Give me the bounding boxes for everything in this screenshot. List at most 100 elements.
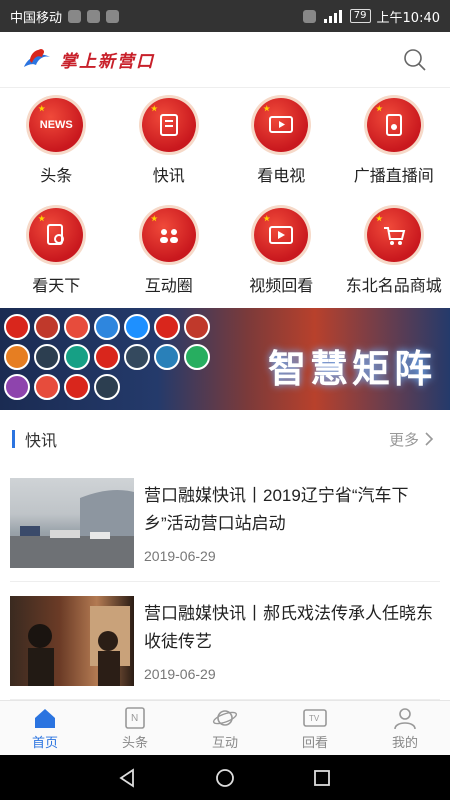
more-label: 更多 xyxy=(388,431,419,449)
battery-indicator: 79 xyxy=(349,9,371,23)
grid-item-label: 广播直播间 xyxy=(353,168,434,185)
svg-text:N: N xyxy=(131,713,138,724)
tab-label: 回看 xyxy=(301,734,328,750)
agency-badges xyxy=(4,314,214,400)
search-button[interactable] xyxy=(400,45,430,75)
agency-badge-icon xyxy=(34,314,60,340)
signal-icon xyxy=(323,9,342,23)
logo-mark-icon xyxy=(24,48,50,67)
radio-icon xyxy=(366,98,421,152)
grid-item-world[interactable]: 看天下 xyxy=(0,198,113,308)
grid-item-watch-tv[interactable]: 看电视 xyxy=(225,88,338,198)
feature-grid: NEWS 头条 快讯 看电视 广播直播间 看天下 互动圈 视频回看 东北名品商城 xyxy=(0,88,450,308)
tab-label: 头条 xyxy=(121,734,148,750)
agency-badge-icon xyxy=(124,314,150,340)
app-notification-icon xyxy=(106,9,120,23)
banner-title: 智慧矩阵 xyxy=(267,347,436,391)
grid-item-label: 头条 xyxy=(40,168,73,185)
grid-item-radio-live[interactable]: 广播直播间 xyxy=(338,88,450,198)
chevron-right-icon xyxy=(425,432,434,446)
more-link[interactable]: 更多 xyxy=(389,429,434,450)
status-bar: 中国移动 79 上午10:40 xyxy=(0,0,450,32)
agency-badge-icon xyxy=(154,344,180,370)
home-icon xyxy=(35,708,55,728)
tab-label: 我的 xyxy=(391,734,418,750)
grid-item-label: 快讯 xyxy=(152,168,185,185)
agency-badge-icon xyxy=(34,374,60,400)
agency-badge-icon xyxy=(64,344,90,370)
tv-icon xyxy=(254,98,309,152)
shopping-cart-icon xyxy=(366,208,421,262)
planet-icon xyxy=(212,709,238,726)
grid-item-video-replay[interactable]: 视频回看 xyxy=(225,198,338,308)
tab-home[interactable]: 首页 xyxy=(0,701,90,755)
app-name: 掌上新营口 xyxy=(60,52,155,72)
home-circle-icon[interactable] xyxy=(214,767,236,789)
news-thumbnail xyxy=(10,477,134,568)
back-icon[interactable] xyxy=(117,767,139,789)
agency-badge-icon xyxy=(124,344,150,370)
agency-badge-icon xyxy=(184,344,210,370)
agency-badge-icon xyxy=(94,374,120,400)
news-item[interactable]: 营口融媒快讯丨2019辽宁省“汽车下乡”活动营口站启动 2019-06-29 xyxy=(0,464,450,582)
svg-text:TV: TV xyxy=(309,714,320,723)
stadium-image xyxy=(10,489,134,568)
notification-icon xyxy=(68,9,82,23)
news-title: 营口融媒快讯丨郝氏戏法传承人任晓东收徒传艺 xyxy=(144,603,433,651)
agency-badge-icon xyxy=(34,344,60,370)
hd-icon xyxy=(302,9,316,23)
world-news-icon xyxy=(29,208,84,262)
grid-item-flash-news[interactable]: 快讯 xyxy=(113,88,226,198)
tab-label: 首页 xyxy=(31,734,58,750)
community-icon xyxy=(141,208,196,262)
news-icon: N xyxy=(125,706,145,729)
agency-badge-icon xyxy=(4,374,30,400)
news-title: 营口融媒快讯丨2019辽宁省“汽车下乡”活动营口站启动 xyxy=(144,485,409,533)
tab-headlines[interactable]: N 头条 xyxy=(90,701,180,755)
tab-replay[interactable]: TV 回看 xyxy=(270,701,360,755)
video-replay-icon xyxy=(254,208,309,262)
bottom-tab-bar: 首页 N 头条 互动 TV 回看 我的 xyxy=(0,700,450,755)
grid-item-label: 看电视 xyxy=(257,168,306,185)
tv-icon: TV xyxy=(303,708,327,727)
recents-icon[interactable] xyxy=(311,767,333,789)
grid-item-label: 看天下 xyxy=(32,278,81,295)
agency-badge-icon xyxy=(4,344,30,370)
agency-badge-icon xyxy=(64,374,90,400)
grid-item-headlines[interactable]: NEWS 头条 xyxy=(0,88,113,198)
news-item[interactable]: 营口融媒快讯丨郝氏戏法传承人任晓东收徒传艺 2019-06-29 xyxy=(0,582,450,700)
news-icon: NEWS xyxy=(29,98,84,152)
document-icon xyxy=(141,98,196,152)
agency-badge-icon xyxy=(184,314,210,340)
smart-matrix-banner[interactable]: 智慧矩阵 xyxy=(0,308,450,410)
app-header: 掌上新营口 xyxy=(0,32,450,88)
search-icon xyxy=(404,48,426,71)
section-accent-bar xyxy=(12,430,15,448)
agency-badge-icon xyxy=(94,314,120,340)
section-title: 快讯 xyxy=(12,427,57,451)
section-title-label: 快讯 xyxy=(25,433,58,450)
grid-item-label: 东北名品商城 xyxy=(345,278,442,295)
tab-interaction[interactable]: 互动 xyxy=(180,701,270,755)
performance-image xyxy=(28,605,130,686)
tab-label: 互动 xyxy=(211,734,238,750)
agency-badge-icon xyxy=(64,314,90,340)
system-nav-bar xyxy=(0,755,450,800)
user-icon xyxy=(394,707,416,729)
agency-badge-icon xyxy=(4,314,30,340)
tab-profile[interactable]: 我的 xyxy=(360,701,450,755)
news-thumbnail xyxy=(10,595,134,686)
grid-item-interaction-circle[interactable]: 互动圈 xyxy=(113,198,226,308)
health-icon xyxy=(87,9,101,23)
news-date: 2019-06-29 xyxy=(144,547,216,564)
agency-badge-icon xyxy=(94,344,120,370)
grid-item-label: 互动圈 xyxy=(144,278,193,295)
clock: 上午10:40 xyxy=(376,10,440,26)
agency-badge-icon xyxy=(154,314,180,340)
flash-news-section-header: 快讯 更多 xyxy=(0,420,450,458)
carrier-label: 中国移动 xyxy=(10,10,63,26)
grid-item-northeast-mall[interactable]: 东北名品商城 xyxy=(338,198,450,308)
news-date: 2019-06-29 xyxy=(144,665,216,682)
app-logo: 掌上新营口 xyxy=(20,43,155,77)
grid-item-label: 视频回看 xyxy=(249,278,314,295)
